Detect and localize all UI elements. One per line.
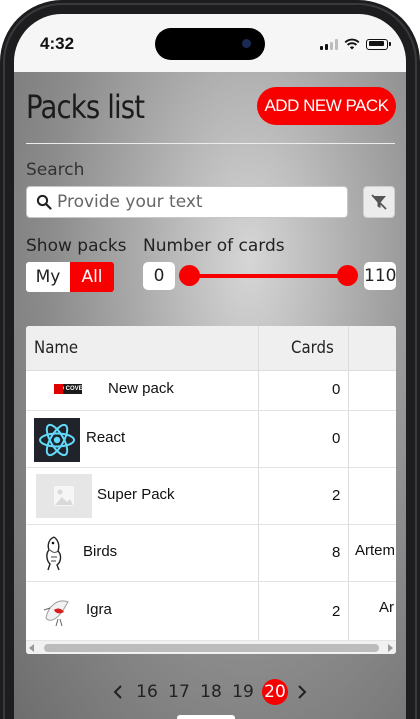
number-of-cards-label: Number of cards xyxy=(143,236,285,256)
toggle-all-button[interactable]: All xyxy=(70,262,114,292)
page-20-button-current[interactable]: 20 xyxy=(262,679,288,705)
cards-range-slider[interactable] xyxy=(189,274,348,278)
header-divider xyxy=(26,143,395,144)
search-label: Search xyxy=(26,160,85,180)
slider-min-handle[interactable] xyxy=(179,265,200,286)
page-19-button[interactable]: 19 xyxy=(230,679,256,705)
next-page-button[interactable] xyxy=(294,679,312,705)
pack-author: Artem xyxy=(355,542,396,559)
pack-name[interactable]: React xyxy=(86,429,125,446)
packs-table: Name Cards NO COVER New pack 0 React 0 S… xyxy=(26,326,396,654)
table-row[interactable]: Birds 8 Artem xyxy=(26,525,396,582)
scroll-left-icon[interactable] xyxy=(29,644,34,652)
pack-name[interactable]: Igra xyxy=(86,601,112,618)
range-max-value: 110 xyxy=(364,262,396,290)
phone-frame: 4:32 Packs list ADD NEW PACK Search Prov… xyxy=(0,0,420,719)
scrollbar-thumb[interactable] xyxy=(44,644,379,652)
chevron-left-icon xyxy=(113,685,122,699)
show-packs-toggle: My All xyxy=(26,262,114,292)
status-icons xyxy=(320,38,391,50)
status-time: 4:32 xyxy=(40,34,75,53)
horizontal-scrollbar[interactable] xyxy=(26,640,396,654)
pack-cards-count: 0 xyxy=(332,381,341,398)
slider-max-handle[interactable] xyxy=(337,265,358,286)
page-18-button[interactable]: 18 xyxy=(198,679,224,705)
scroll-right-icon[interactable] xyxy=(388,644,393,652)
table-row[interactable]: NO COVER New pack 0 xyxy=(26,370,396,411)
search-icon xyxy=(36,194,52,210)
pack-cards-count: 0 xyxy=(332,430,341,447)
toggle-my-button[interactable]: My xyxy=(26,262,70,292)
chevron-right-icon xyxy=(298,685,307,699)
table-row[interactable]: Super Pack 2 xyxy=(26,468,396,525)
pack-name[interactable]: Birds xyxy=(83,543,117,560)
page-16-button[interactable]: 16 xyxy=(134,679,160,705)
pagination: 16 17 18 19 20 xyxy=(110,679,312,705)
react-logo-icon xyxy=(34,418,80,462)
column-header-cards[interactable]: Cards xyxy=(291,326,334,370)
page-17-button[interactable]: 17 xyxy=(166,679,192,705)
cellular-signal-icon xyxy=(320,38,338,50)
table-row[interactable]: Igra 2 Ar xyxy=(26,582,396,640)
previous-page-button[interactable] xyxy=(110,679,128,705)
pack-name[interactable]: New pack xyxy=(108,380,174,397)
pack-cards-count: 2 xyxy=(332,603,341,620)
column-header-name[interactable]: Name xyxy=(34,326,78,370)
page-title: Packs list xyxy=(26,88,145,126)
pack-cards-count: 8 xyxy=(332,544,341,561)
clear-filters-button[interactable] xyxy=(363,186,395,218)
bird-sketch-image xyxy=(40,533,68,573)
pack-cards-count: 2 xyxy=(332,487,341,504)
table-row[interactable]: React 0 xyxy=(26,411,396,468)
bird-drawing-image xyxy=(38,588,78,632)
wifi-icon xyxy=(344,38,360,50)
camera-icon xyxy=(242,39,251,48)
search-input[interactable] xyxy=(57,187,342,217)
status-bar: 4:32 xyxy=(14,14,406,72)
app-screen: 4:32 Packs list ADD NEW PACK Search Prov… xyxy=(14,14,406,719)
add-new-pack-button[interactable]: ADD NEW PACK xyxy=(257,87,396,125)
home-indicator xyxy=(177,715,235,719)
no-cover-image: NO COVER xyxy=(54,384,88,394)
filter-off-icon xyxy=(371,194,387,210)
battery-icon xyxy=(366,38,391,50)
range-min-value: 0 xyxy=(143,262,175,290)
pack-name[interactable]: Super Pack xyxy=(97,486,175,503)
search-field[interactable] xyxy=(26,186,348,218)
table-header: Name Cards xyxy=(26,326,396,371)
image-placeholder-icon xyxy=(36,474,92,518)
show-packs-label: Show packs xyxy=(26,236,127,256)
dynamic-island xyxy=(155,28,265,60)
pack-author: Ar xyxy=(379,599,394,616)
